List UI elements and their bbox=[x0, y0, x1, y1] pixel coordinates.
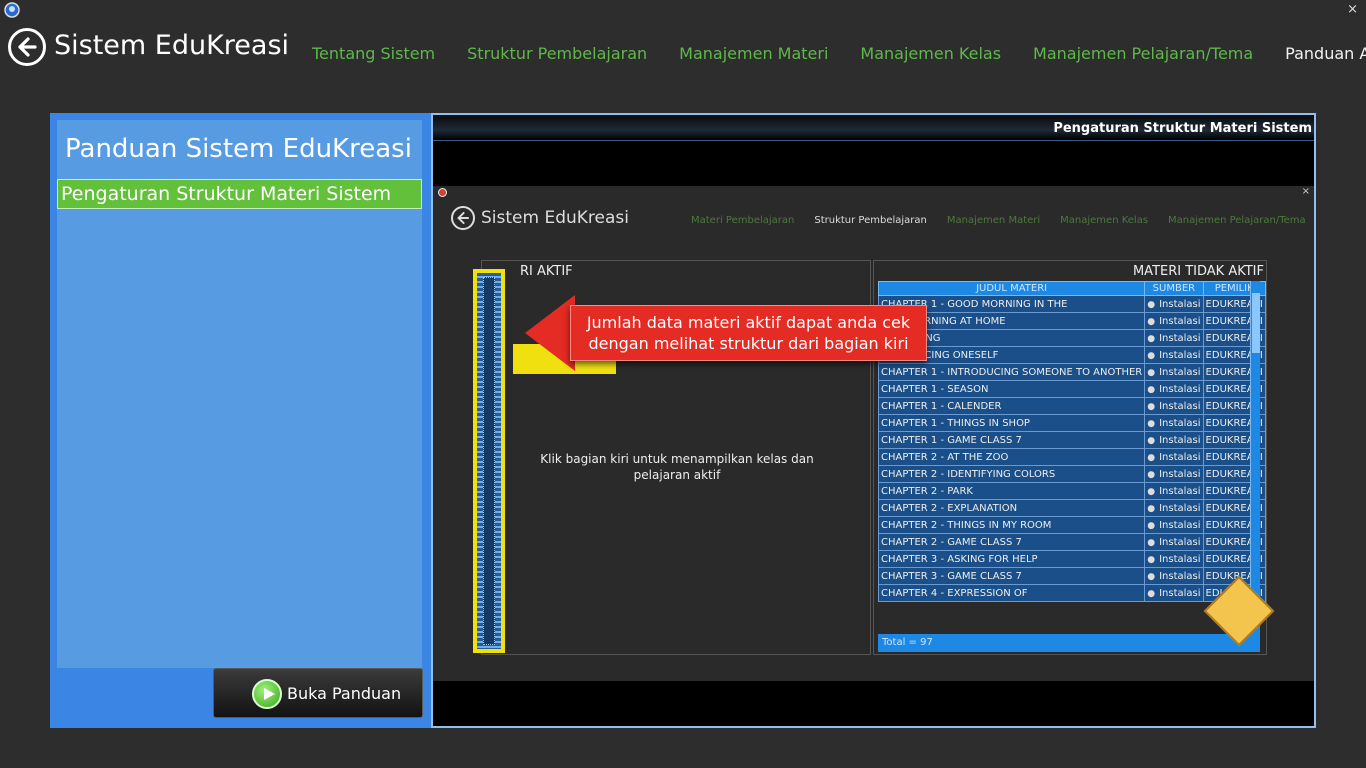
table-cell-title: CHAPTER 2 - IDENTIFYING COLORS bbox=[877, 465, 1146, 483]
table-cell-source: Instalasi bbox=[1144, 295, 1204, 313]
play-icon bbox=[252, 679, 282, 709]
mini-nav-item: Struktur Pembelajaran bbox=[814, 215, 927, 226]
table-cell-source: Instalasi bbox=[1144, 499, 1204, 517]
table-cell-source: Instalasi bbox=[1144, 533, 1204, 551]
table-cell-title: CHAPTER 1 - CALENDER bbox=[877, 397, 1146, 415]
table-cell-source: Instalasi bbox=[1144, 312, 1204, 330]
table-row[interactable]: CHAPTER 1 - THINGS IN SHOPInstalasiEDUKR… bbox=[877, 414, 1266, 432]
preview-caption: Pengaturan Struktur Materi Sistem bbox=[1053, 121, 1312, 136]
table-cell-source: Instalasi bbox=[1144, 550, 1204, 568]
table-row[interactable]: CHAPTER 1 - INTRODUCING SOMEONE TO ANOTH… bbox=[877, 363, 1266, 381]
table-row[interactable]: NTRODUCING ONESELFInstalasiEDUKREASI bbox=[877, 346, 1266, 364]
callout-text: Jumlah data materi aktif dapat anda cek … bbox=[570, 305, 927, 361]
table-cell-source: Instalasi bbox=[1144, 431, 1204, 449]
structure-tree bbox=[483, 277, 495, 645]
preview-screenshot: × Sistem EduKreasi Materi Pembelajaran S… bbox=[433, 186, 1314, 681]
table-cell-source: Instalasi bbox=[1144, 465, 1204, 483]
table-cell-title: CHAPTER 2 - AT THE ZOO bbox=[877, 448, 1146, 466]
table-cell-source: Instalasi bbox=[1144, 397, 1204, 415]
window-close-icon[interactable]: × bbox=[1347, 2, 1358, 17]
table-cell-source: Instalasi bbox=[1144, 516, 1204, 534]
callout: Jumlah data materi aktif dapat anda cek … bbox=[525, 295, 927, 371]
table-row[interactable]: CHAPTER 2 - AT THE ZOOInstalasiEDUKREASI bbox=[877, 448, 1266, 466]
table-cell-title: CHAPTER 2 - PARK bbox=[877, 482, 1146, 500]
table-scrollbar-thumb bbox=[1252, 293, 1260, 353]
table-header: JUDUL MATERI bbox=[877, 281, 1146, 296]
table-row[interactable]: CHAPTER 2 - GAME CLASS 7InstalasiEDUKREA… bbox=[877, 533, 1266, 551]
arrow-left-icon bbox=[18, 37, 37, 57]
table-cell-title: CHAPTER 1 - SEASON bbox=[877, 380, 1146, 398]
table-row[interactable]: CHAPTER 2 - THINGS IN MY ROOMInstalasiED… bbox=[877, 516, 1266, 534]
table-cell-source: Instalasi bbox=[1144, 329, 1204, 347]
table-row[interactable]: CHAPTER 2 - PARKInstalasiEDUKREASI bbox=[877, 482, 1266, 500]
guide-item-struktur-materi[interactable]: Pengaturan Struktur Materi Sistem bbox=[57, 179, 422, 209]
mini-back-icon bbox=[451, 206, 475, 230]
nav-manajemen-pelajaran-tema[interactable]: Manajemen Pelajaran/Tema bbox=[1033, 44, 1253, 63]
table-row[interactable]: CHAPTER 1 - CALENDERInstalasiEDUKREASI bbox=[877, 397, 1266, 415]
preview-caption-bar: Pengaturan Struktur Materi Sistem bbox=[433, 115, 1314, 141]
table-cell-source: Instalasi bbox=[1144, 346, 1204, 364]
table-cell-title: CHAPTER 2 - GAME CLASS 7 bbox=[877, 533, 1146, 551]
materials-table: JUDUL MATERI SUMBER PEMILIK CHAPTER 1 - … bbox=[877, 281, 1266, 602]
table-row[interactable]: CHAPTER 4 - EXPRESSION OFInstalasiEDUKRE… bbox=[877, 584, 1266, 602]
open-guide-button[interactable]: Buka Panduan bbox=[213, 668, 423, 718]
table-row[interactable]: CHAPTER 3 - ASKING FOR HELPInstalasiEDUK… bbox=[877, 550, 1266, 568]
nav-struktur-pembelajaran[interactable]: Struktur Pembelajaran bbox=[467, 44, 647, 63]
structure-tree-highlight bbox=[473, 269, 505, 653]
mini-nav: Materi Pembelajaran Struktur Pembelajara… bbox=[691, 215, 1314, 226]
table-cell-title: CHAPTER 1 - THINGS IN SHOP bbox=[877, 414, 1146, 432]
table-cell-source: Instalasi bbox=[1144, 567, 1204, 585]
table-cell-source: Instalasi bbox=[1144, 482, 1204, 500]
table-cell-title: CHAPTER 4 - EXPRESSION OF bbox=[877, 584, 1146, 602]
table-row[interactable]: CHAPTER 1 - GAME CLASS 7InstalasiEDUKREA… bbox=[877, 431, 1266, 449]
nav-manajemen-kelas[interactable]: Manajemen Kelas bbox=[860, 44, 1001, 63]
table-row[interactable]: OOD MORNING AT HOMEInstalasiEDUKREASI bbox=[877, 312, 1266, 330]
nav-manajemen-materi[interactable]: Manajemen Materi bbox=[679, 44, 828, 63]
table-row[interactable]: AVE TAKINGInstalasiEDUKREASI bbox=[877, 329, 1266, 347]
table-cell-title: CHAPTER 3 - ASKING FOR HELP bbox=[877, 550, 1146, 568]
table-cell-title: CHAPTER 3 - GAME CLASS 7 bbox=[877, 567, 1146, 585]
table-row[interactable]: CHAPTER 2 - EXPLANATIONInstalasiEDUKREAS… bbox=[877, 499, 1266, 517]
top-nav: Tentang Sistem Struktur Pembelajaran Man… bbox=[312, 44, 1366, 63]
mini-nav-item: Manajemen Kelas bbox=[1060, 215, 1149, 226]
table-header: SUMBER bbox=[1144, 281, 1204, 296]
back-button[interactable] bbox=[8, 28, 46, 66]
app-title: Sistem EduKreasi bbox=[54, 30, 290, 61]
inactive-materials-title: MATERI TIDAK AKTIF bbox=[1132, 264, 1264, 279]
mini-close-icon: × bbox=[1301, 186, 1310, 197]
table-total: Total = 97 bbox=[878, 634, 1252, 652]
table-row[interactable]: CHAPTER 2 - IDENTIFYING COLORSInstalasiE… bbox=[877, 465, 1266, 483]
table-cell-title: CHAPTER 2 - EXPLANATION bbox=[877, 499, 1146, 517]
mini-nav-item: Manajemen Materi bbox=[946, 215, 1041, 226]
open-guide-button-label: Buka Panduan bbox=[287, 683, 402, 703]
inactive-materials-box: MATERI TIDAK AKTIF JUDUL MATERI SUMBER P… bbox=[873, 260, 1267, 655]
nav-tentang-sistem[interactable]: Tentang Sistem bbox=[312, 44, 435, 63]
guide-panel: Panduan Sistem EduKreasi Pengaturan Stru… bbox=[50, 113, 431, 728]
table-cell-source: Instalasi bbox=[1144, 414, 1204, 432]
table-row[interactable]: CHAPTER 1 - GOOD MORNING IN THEInstalasi… bbox=[877, 295, 1266, 313]
table-cell-title: CHAPTER 2 - THINGS IN MY ROOM bbox=[877, 516, 1146, 534]
mini-nav-item: Manajemen Pelajaran/Tema bbox=[1168, 215, 1306, 226]
guide-list: Panduan Sistem EduKreasi Pengaturan Stru… bbox=[57, 120, 422, 668]
mini-nav-item: Materi Pembelajaran bbox=[691, 215, 795, 226]
mini-app-title: Sistem EduKreasi bbox=[481, 208, 629, 228]
table-cell-source: Instalasi bbox=[1144, 380, 1204, 398]
mini-app-icon bbox=[438, 188, 447, 197]
table-cell-source: Instalasi bbox=[1144, 448, 1204, 466]
table-row[interactable]: CHAPTER 1 - SEASONInstalasiEDUKREASI bbox=[877, 380, 1266, 398]
guide-preview: Pengaturan Struktur Materi Sistem × Sist… bbox=[431, 113, 1316, 728]
table-cell-source: Instalasi bbox=[1144, 584, 1204, 602]
hint-text: Klik bagian kiri untuk menampilkan kelas… bbox=[540, 452, 814, 482]
table-cell-title: CHAPTER 1 - GAME CLASS 7 bbox=[877, 431, 1146, 449]
nav-panduan-aplikasi[interactable]: Panduan Aplikasi bbox=[1285, 44, 1366, 63]
active-materials-title: RI AKTIF bbox=[520, 264, 573, 279]
app-icon bbox=[4, 2, 20, 18]
table-row[interactable]: CHAPTER 3 - GAME CLASS 7InstalasiEDUKREA… bbox=[877, 567, 1266, 585]
callout-arrow bbox=[525, 295, 575, 371]
table-cell-source: Instalasi bbox=[1144, 363, 1204, 381]
table-cell-title: CHAPTER 1 - INTRODUCING SOMEONE TO ANOTH… bbox=[877, 363, 1146, 381]
guide-panel-title: Panduan Sistem EduKreasi bbox=[65, 134, 412, 164]
